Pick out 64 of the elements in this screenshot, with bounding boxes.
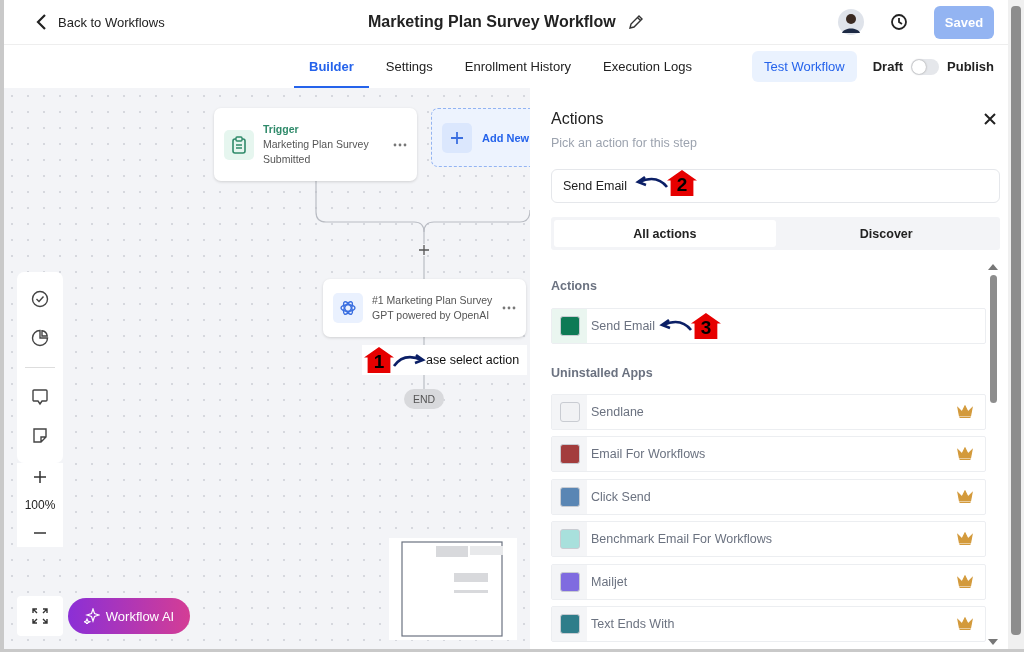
connector-line — [423, 336, 425, 346]
section-heading: Actions — [551, 279, 598, 293]
plus-icon — [442, 122, 472, 153]
app-name: Click Send — [591, 489, 651, 504]
section-heading: Uninstalled Apps — [551, 365, 654, 380]
end-node: END — [404, 389, 444, 409]
chevron-left-icon — [36, 13, 48, 31]
window-scrollbar[interactable] — [1008, 0, 1024, 649]
app-row[interactable]: Email For Workflows — [551, 436, 986, 472]
trigger-description: Marketing Plan Survey Submitted — [263, 136, 370, 167]
pencil-icon[interactable] — [627, 14, 644, 30]
comment-icon[interactable] — [31, 388, 49, 407]
history-icon[interactable] — [890, 13, 908, 31]
expand-icon — [32, 608, 48, 624]
step-description: #1 Marketing Plan Survey GPT powered by OpenAI — [372, 293, 494, 323]
trigger-card[interactable]: Trigger Marketing Plan Survey Submitted — [214, 108, 417, 181]
workflow-ai-button[interactable]: Workflow AI — [68, 598, 190, 634]
connector-line — [423, 255, 425, 280]
panel-title: Actions — [551, 110, 604, 128]
app-row[interactable]: Benchmark Email For Workflows — [551, 521, 986, 557]
app-name: Send Email — [591, 319, 655, 333]
app-row[interactable]: Click Send — [551, 478, 986, 515]
app-row[interactable]: Mailjet — [551, 563, 986, 600]
connector-line — [423, 374, 425, 390]
step-card[interactable]: #1 Marketing Plan Survey GPT powered by OpenAI — [323, 279, 526, 337]
more-icon[interactable] — [393, 142, 407, 147]
openai-icon — [333, 293, 363, 323]
segment-tab[interactable]: All actions — [554, 220, 776, 247]
app-name: Text Ends With — [591, 617, 675, 631]
pie-chart-icon[interactable] — [31, 328, 49, 347]
tab[interactable]: Settings — [370, 45, 448, 88]
check-circle-icon[interactable] — [31, 290, 49, 309]
app-name: Benchmark Email For Workflows — [591, 532, 773, 546]
app-name: Mailjet — [591, 574, 628, 589]
test-workflow-button[interactable]: Test Workflow — [752, 51, 857, 82]
clipboard-icon — [224, 129, 254, 160]
workflow-title: Marketing Plan Survey Workflow — [368, 13, 616, 31]
more-icon[interactable] — [502, 306, 516, 310]
close-icon[interactable] — [984, 113, 996, 125]
panel-subtitle: Pick an action for this step — [551, 136, 698, 150]
draft-label: Draft — [872, 59, 904, 74]
publish-label: Publish — [947, 59, 994, 74]
plus-icon[interactable] — [418, 244, 430, 256]
back-link[interactable]: Back to Workflows — [36, 13, 165, 31]
add-trigger-label: Add New — [482, 131, 530, 144]
app-name: Sendlane — [591, 404, 644, 419]
avatar[interactable] — [838, 9, 864, 35]
curved-arrow-icon — [392, 352, 428, 368]
app-row[interactable]: Send Email 3 — [551, 308, 986, 344]
trigger-label: Trigger — [263, 122, 300, 135]
app-row[interactable]: Sendlane — [551, 393, 986, 430]
sticky-note-icon[interactable] — [31, 426, 49, 445]
fit-view-button[interactable] — [17, 596, 63, 636]
zoom-in-icon[interactable] — [33, 470, 47, 484]
sparkle-icon — [83, 608, 100, 624]
tab[interactable]: Execution Logs — [588, 45, 707, 88]
zoom-level: 100% — [24, 498, 56, 512]
action-hint[interactable]: ase select action — [426, 353, 520, 367]
tab[interactable]: Enrollment History — [449, 45, 586, 88]
segment-tab[interactable]: Discover — [775, 220, 997, 247]
add-trigger-card[interactable]: Add New — [431, 108, 530, 167]
app-row[interactable]: Text Ends With — [551, 606, 986, 642]
publish-toggle[interactable] — [911, 58, 940, 75]
app-name: Email For Workflows — [591, 447, 706, 461]
